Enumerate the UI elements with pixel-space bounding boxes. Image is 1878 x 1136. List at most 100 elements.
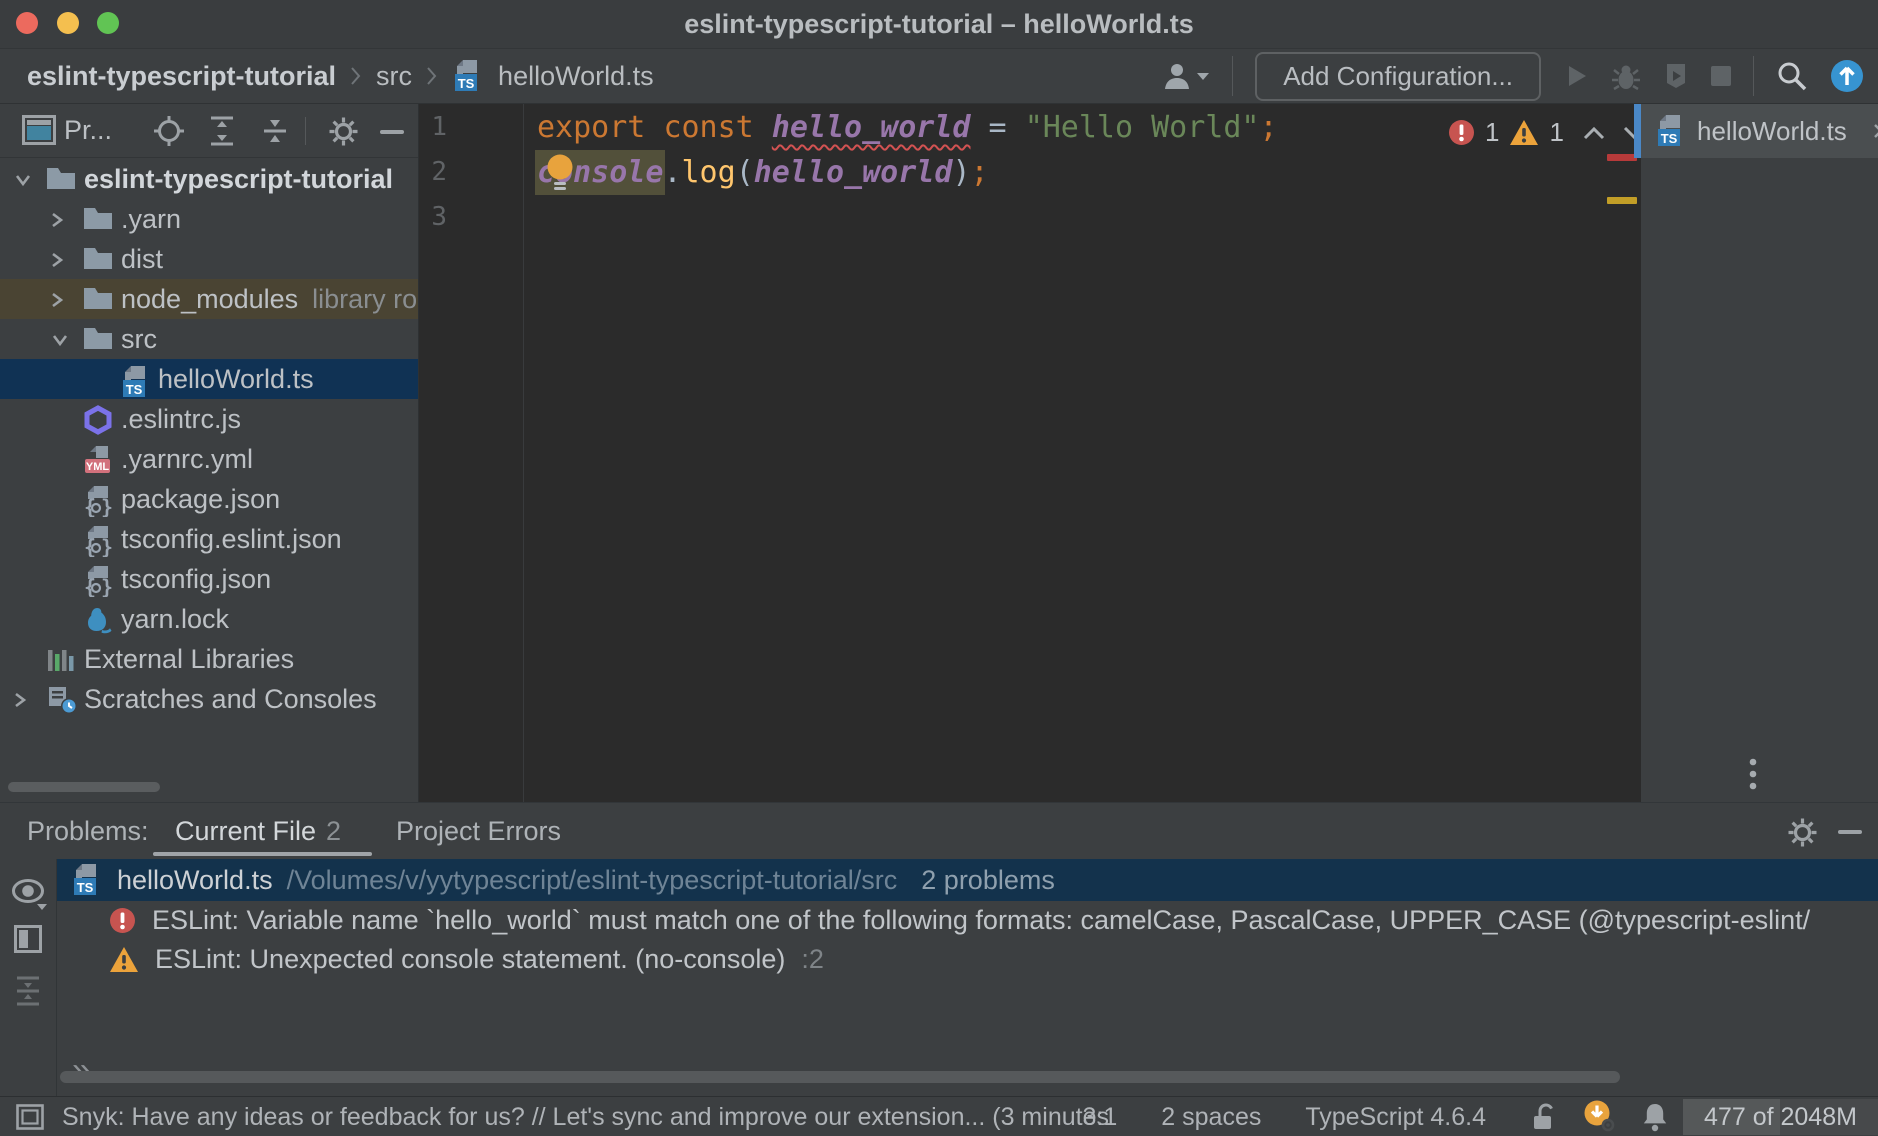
- debug-icon[interactable]: [1611, 62, 1641, 90]
- tree-item-yarn-lock[interactable]: yarn.lock: [0, 599, 418, 639]
- problem-count-badge: 2: [326, 816, 341, 846]
- warning-count: 1: [1549, 117, 1563, 148]
- status-message[interactable]: Snyk: Have any ideas or feedback for us?…: [62, 1097, 1115, 1136]
- chevron-right-icon[interactable]: [50, 250, 64, 270]
- code-line[interactable]: export const hello_world = "Hello World"…: [537, 105, 1278, 150]
- tree-item-src[interactable]: src: [0, 319, 418, 359]
- project-panel: eslint-typescript-tutorial.yarndistnode_…: [0, 104, 419, 802]
- tab-project-errors[interactable]: Project Errors: [396, 803, 561, 859]
- user-menu[interactable]: [1162, 61, 1210, 91]
- editor-code[interactable]: export const hello_world = "Hello World"…: [537, 105, 1278, 240]
- tab-current-file[interactable]: Current File2: [175, 803, 341, 859]
- json-icon: {}: [83, 485, 113, 517]
- ide-window: eslint-typescript-tutorial – helloWorld.…: [0, 0, 1878, 1136]
- indent-info[interactable]: 2 spaces: [1161, 1103, 1261, 1132]
- lock-open-icon[interactable]: [1530, 1102, 1558, 1132]
- problem-line-ref: :2: [801, 944, 824, 975]
- chevron-down-icon[interactable]: [13, 173, 33, 187]
- code-token: hello_world: [772, 110, 971, 145]
- editor-tab[interactable]: TS helloWorld.ts: [1641, 104, 1878, 158]
- memory-text: 477 of 2048M: [1683, 1099, 1878, 1135]
- search-everywhere-icon[interactable]: [1776, 60, 1808, 92]
- typescript-version[interactable]: TypeScript 4.6.4: [1305, 1103, 1486, 1132]
- update-available-icon[interactable]: [1830, 59, 1864, 93]
- tree-item-label: node_moduleslibrary root: [121, 279, 418, 319]
- code-token: (: [736, 155, 754, 190]
- hide-problems-icon[interactable]: [1838, 829, 1862, 835]
- toolbar-divider: [1753, 56, 1754, 96]
- settings-gear-icon[interactable]: [327, 115, 360, 148]
- tree-item-label: .yarnrc.yml: [121, 439, 253, 479]
- chevron-down-icon[interactable]: [50, 333, 70, 347]
- chevron-right-icon[interactable]: [50, 290, 64, 310]
- code-token: ): [952, 155, 970, 190]
- ts-icon: TS: [120, 365, 152, 399]
- breadcrumb-project[interactable]: eslint-typescript-tutorial: [27, 61, 336, 92]
- problem-item-warning[interactable]: ESLint: Unexpected console statement. (n…: [57, 940, 1878, 979]
- gutter-divider: [523, 104, 524, 802]
- problems-horizontal-scrollbar[interactable]: [60, 1071, 1620, 1083]
- code-editor[interactable]: 123 export const hello_world = "Hello Wo…: [419, 104, 1641, 802]
- intention-bulb-icon[interactable]: [545, 152, 577, 194]
- project-tool-window-icon[interactable]: [22, 115, 56, 145]
- plugin-update-icon[interactable]: [1582, 1099, 1618, 1135]
- problems-file-row[interactable]: TS helloWorld.ts /Volumes/v/yytypescript…: [57, 859, 1878, 901]
- chevron-right-icon[interactable]: [50, 210, 64, 230]
- problems-settings-gear-icon[interactable]: [1786, 816, 1819, 849]
- chevron-right-icon[interactable]: [13, 690, 27, 710]
- tree-item-scratches-and-consoles[interactable]: Scratches and Consoles: [0, 679, 418, 719]
- warning-stripe-mark[interactable]: [1607, 197, 1637, 204]
- error-stripe-mark[interactable]: [1607, 154, 1637, 161]
- memory-indicator[interactable]: 477 of 2048M: [1683, 1099, 1878, 1135]
- collapse-all-icon[interactable]: [13, 975, 43, 1007]
- code-token: =: [971, 110, 1025, 145]
- open-preview-icon[interactable]: [14, 925, 42, 953]
- code-token: [754, 110, 772, 145]
- tree-item-external-libraries[interactable]: External Libraries: [0, 639, 418, 679]
- folder-icon: [83, 205, 113, 231]
- chevron-right-icon: [426, 65, 438, 87]
- expand-all-icon[interactable]: [207, 115, 237, 147]
- code-line[interactable]: [537, 195, 1278, 240]
- inspection-widget[interactable]: 1 1: [1448, 117, 1646, 148]
- project-panel-title[interactable]: Pr...: [64, 104, 112, 157]
- tree-item--eslintrc-js[interactable]: .eslintrc.js: [0, 399, 418, 439]
- stop-icon[interactable]: [1711, 66, 1731, 86]
- breadcrumb-folder[interactable]: src: [376, 61, 412, 92]
- window-frame-icon[interactable]: [16, 1104, 44, 1130]
- caret-position[interactable]: 3:1: [1083, 1103, 1118, 1132]
- close-tab-icon[interactable]: [1871, 121, 1878, 141]
- breadcrumb-file[interactable]: helloWorld.ts: [498, 61, 654, 92]
- view-options-eye-icon[interactable]: [10, 877, 50, 913]
- tree-item-tsconfig-json[interactable]: {}tsconfig.json: [0, 559, 418, 599]
- tree-item-label: .eslintrc.js: [121, 399, 241, 439]
- project-panel-header: Pr...: [0, 104, 418, 158]
- previous-problem-icon[interactable]: [1582, 125, 1606, 141]
- tree-item-dist[interactable]: dist: [0, 239, 418, 279]
- tree-item-label: tsconfig.json: [121, 559, 271, 599]
- tree-item-node-modules[interactable]: node_moduleslibrary root: [0, 279, 418, 319]
- more-options-icon[interactable]: [1749, 758, 1757, 792]
- project-horizontal-scrollbar[interactable]: [8, 782, 160, 792]
- add-configuration-button[interactable]: Add Configuration...: [1255, 52, 1541, 101]
- problem-item-error[interactable]: ESLint: Variable name `hello_world` must…: [57, 901, 1878, 940]
- code-line[interactable]: console.log(hello_world);: [537, 150, 1278, 195]
- hide-panel-icon[interactable]: [380, 129, 404, 135]
- tree-item-tsconfig-eslint-json[interactable]: {}tsconfig.eslint.json: [0, 519, 418, 559]
- tree-item-helloworld-ts[interactable]: TShelloWorld.ts: [0, 359, 418, 399]
- collapse-all-icon[interactable]: [260, 115, 290, 147]
- yml-icon: YML: [83, 445, 115, 477]
- error-icon: [109, 907, 136, 934]
- run-icon[interactable]: [1563, 63, 1589, 89]
- run-with-coverage-icon[interactable]: [1663, 62, 1689, 90]
- tree-item-label: package.json: [121, 479, 280, 519]
- tree-item--yarnrc-yml[interactable]: YML.yarnrc.yml: [0, 439, 418, 479]
- header-divider: [305, 117, 306, 145]
- code-token: [645, 110, 663, 145]
- tree-item--yarn[interactable]: .yarn: [0, 199, 418, 239]
- notifications-bell-icon[interactable]: [1642, 1102, 1668, 1132]
- tree-item-package-json[interactable]: {}package.json: [0, 479, 418, 519]
- locate-file-icon[interactable]: [153, 115, 185, 147]
- tree-item-eslint-typescript-tutorial[interactable]: eslint-typescript-tutorial: [0, 159, 418, 199]
- svg-text:{: {: [84, 535, 96, 557]
